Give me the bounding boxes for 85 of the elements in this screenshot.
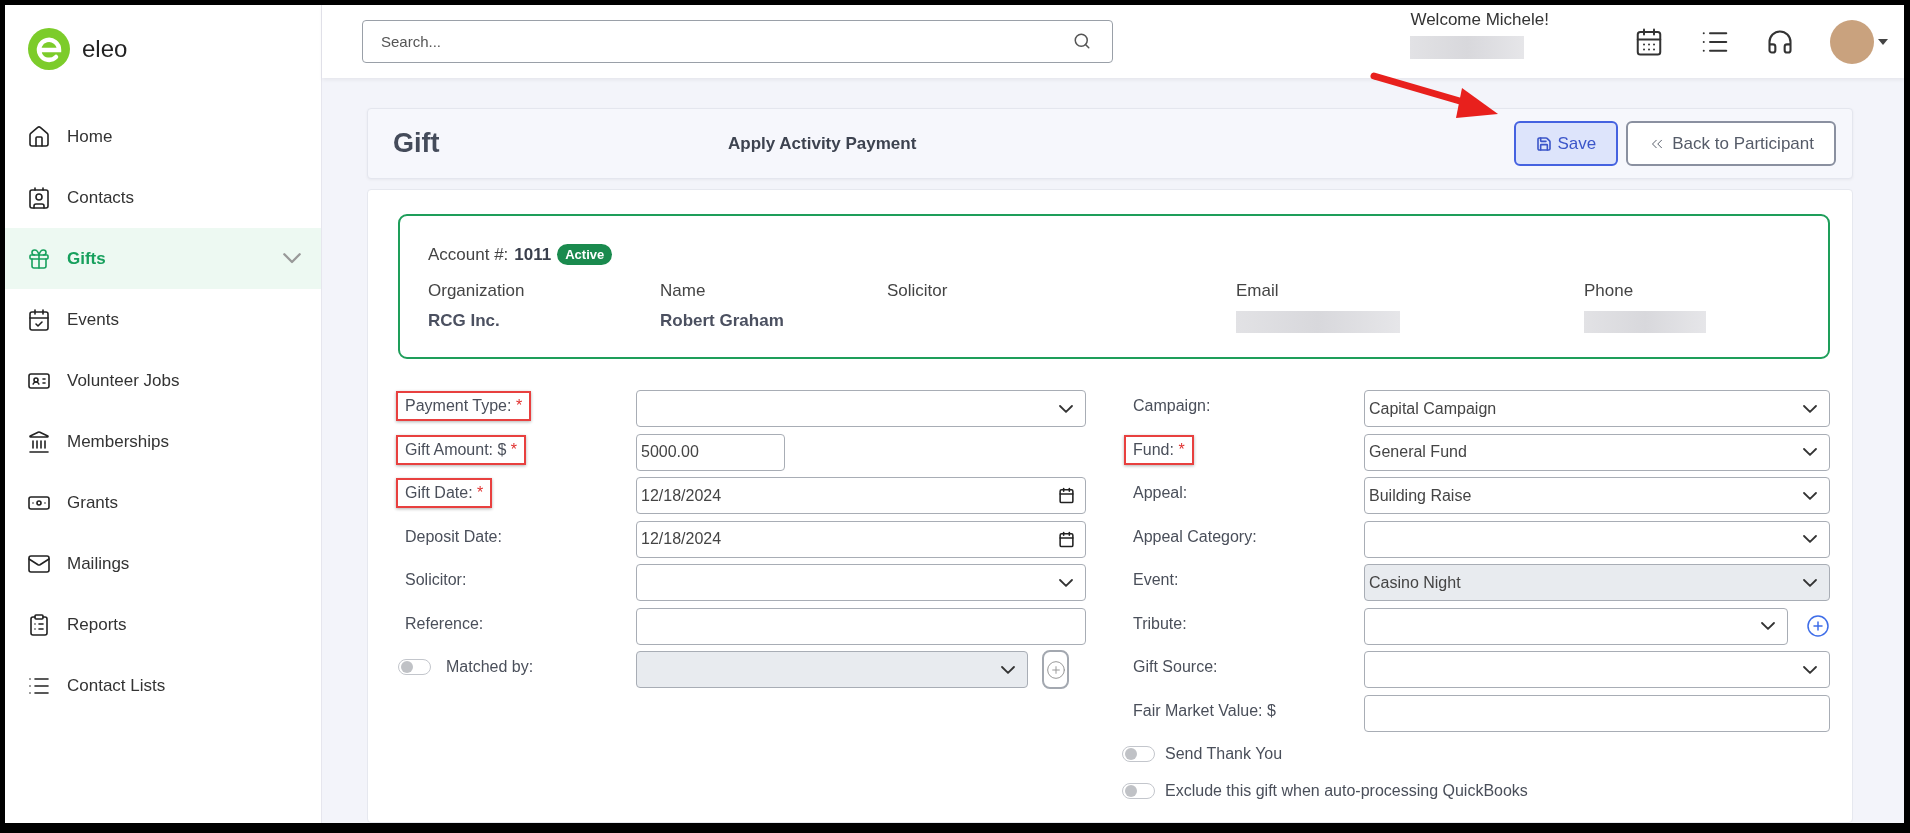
clipboard-icon [27, 612, 51, 637]
search-field[interactable]: Search... [362, 20, 1113, 63]
select-field[interactable] [1364, 520, 1830, 558]
field-label: Gift Date: * [396, 478, 493, 508]
toggle-label: Exclude this gift when auto-processing QuickBooks [1165, 781, 1528, 800]
app-name: eleo [82, 35, 128, 63]
account-number: 1011 [514, 244, 552, 265]
select-field[interactable] [636, 390, 1086, 428]
add-button[interactable] [1042, 650, 1069, 690]
field-label: Deposit Date: [404, 526, 503, 547]
sidebar-item[interactable]: Contacts [5, 167, 321, 228]
chevron-down-icon [1001, 665, 1015, 674]
gift-icon [27, 246, 51, 271]
date-field[interactable]: 12/18/2024 [636, 520, 1086, 558]
chevron-down-icon [1059, 578, 1073, 587]
page-subtitle: Apply Activity Payment [728, 133, 917, 154]
select-field[interactable]: Capital Campaign [1364, 390, 1830, 428]
field-label: Matched by: [445, 657, 535, 677]
chevron-down-icon [1803, 535, 1817, 544]
date-field[interactable]: 12/18/2024 [636, 477, 1086, 515]
search-icon [1073, 32, 1091, 50]
status-badge: Active [557, 244, 613, 265]
select-field[interactable] [1364, 651, 1830, 689]
select-field[interactable] [1364, 607, 1788, 645]
select-field[interactable] [636, 564, 1086, 602]
field-label: Gift Source: [1132, 657, 1219, 677]
field-label: Appeal Category: [1132, 526, 1258, 547]
select-field[interactable]: Building Raise [1364, 477, 1830, 515]
select-field[interactable]: General Fund [1364, 433, 1830, 471]
info-value: Robert Graham [660, 311, 785, 331]
sidebar-item[interactable]: Volunteer Jobs [5, 350, 321, 411]
user-avatar[interactable] [1830, 19, 1888, 64]
add-button[interactable] [1806, 614, 1830, 639]
bank-icon [27, 429, 51, 454]
back-button[interactable]: Back to Participant [1626, 121, 1836, 166]
sidebar-item[interactable]: Mailings [5, 533, 321, 594]
info-label: Email [1236, 281, 1280, 301]
calendar-icon [1058, 530, 1075, 548]
field-label: Campaign: [1132, 396, 1212, 416]
chevron-down-icon [1803, 404, 1817, 413]
input-field[interactable] [1364, 694, 1830, 732]
headset-icon[interactable] [1766, 27, 1794, 56]
field-label: Reference: [404, 613, 485, 634]
chevron-down-icon [1803, 578, 1817, 587]
sidebar-item[interactable]: Contact Lists [5, 655, 321, 716]
info-value: RCG Inc. [428, 311, 501, 331]
input-field[interactable] [636, 607, 1086, 645]
calendar-grid-icon[interactable] [1634, 26, 1664, 57]
info-label: Phone [1584, 281, 1635, 301]
input-field[interactable]: 5000.00 [636, 433, 785, 471]
chevron-down-icon [1761, 622, 1775, 631]
toggle-label: Send Thank You [1165, 744, 1283, 763]
info-label: Organization [428, 281, 526, 301]
page-title: Gift [393, 128, 441, 159]
plus-circle-icon [1045, 659, 1066, 680]
field-label: Tribute: [1132, 613, 1188, 634]
calendar-icon [1058, 487, 1075, 505]
toggle-switch[interactable] [1122, 745, 1155, 762]
chevron-down-icon [1803, 491, 1817, 500]
sidebar-item[interactable]: Memberships [5, 411, 321, 472]
sidebar-item[interactable]: Reports [5, 594, 321, 655]
field-label: Appeal: [1132, 483, 1189, 503]
save-button[interactable]: Save [1513, 121, 1619, 166]
field-label: Gift Amount: $ * [396, 434, 527, 465]
calendar-check-icon [27, 307, 51, 332]
account-label: Account #: [428, 244, 509, 265]
info-label: Solicitor [887, 281, 949, 301]
plus-circle-icon [1806, 614, 1830, 639]
field-label: Payment Type: * [396, 391, 532, 421]
sidebar-item[interactable]: Home [5, 106, 321, 167]
field-label: Event: [1132, 570, 1180, 590]
info-label: Name [660, 281, 707, 301]
sidebar-item[interactable]: Grants [5, 472, 321, 533]
field-label: Solicitor: [404, 570, 468, 590]
sidebar-item[interactable]: Events [5, 289, 321, 350]
contact-card-icon [27, 185, 51, 210]
toggle-switch[interactable] [1122, 782, 1155, 799]
field-label: Fund: * [1124, 434, 1194, 465]
welcome-text: Welcome Michele! [1410, 10, 1549, 30]
chevron-down-icon [1803, 448, 1817, 457]
home-icon [27, 124, 51, 149]
logo-icon [28, 28, 70, 70]
field-label: Fair Market Value: $ [1132, 700, 1277, 721]
chevron-down-icon [1059, 404, 1073, 413]
chevron-down-icon [1803, 665, 1817, 674]
